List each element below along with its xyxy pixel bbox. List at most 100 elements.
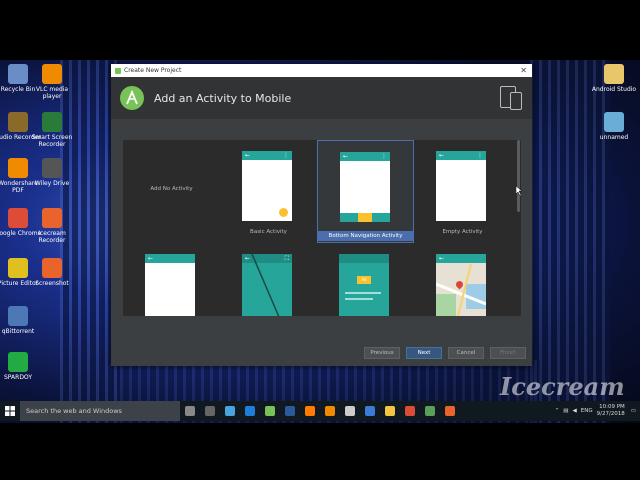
- picture-editor-icon: [8, 258, 28, 278]
- language-indicator[interactable]: ENG: [581, 408, 593, 414]
- tile-label: Basic Activity: [250, 229, 287, 235]
- tile-bottom-navigation-activity[interactable]: ← ⋮ Bottom Navigation Activity: [317, 140, 414, 243]
- template-thumbnail: Ad: [339, 254, 389, 316]
- search-placeholder: Search the web and Windows: [26, 407, 122, 415]
- cancel-button[interactable]: Cancel: [448, 347, 484, 359]
- clock-date: 9/27/2018: [596, 411, 625, 417]
- system-tray: ⌃ ▤ ◀ ENG 10:09 PM 9/27/2018 ▭: [555, 404, 640, 418]
- taskbar-pinned-apps: [180, 401, 460, 421]
- tile-label: Bottom Navigation Activity: [318, 231, 413, 241]
- start-button[interactable]: [0, 401, 20, 421]
- desktop-shortcut-label: Android Studio: [591, 86, 637, 93]
- recycle-bin-icon: [8, 64, 28, 84]
- desktop-shortcut[interactable]: Icecream Recorder: [28, 208, 76, 244]
- template-thumbnail: ←: [145, 254, 195, 316]
- chrome-icon: [8, 208, 28, 228]
- dialog-header: Add an Activity to Mobile: [111, 77, 532, 119]
- desktop-shortcut-label: Smart Screen Recorder: [31, 134, 73, 148]
- finish-button[interactable]: Finish: [490, 347, 526, 359]
- bottom-nav-bar: [340, 213, 390, 222]
- desktop-shortcut-label: VLC media player: [35, 86, 69, 100]
- drive-icon: [42, 158, 62, 178]
- spardoy-icon: [8, 352, 28, 372]
- store-icon[interactable]: [200, 401, 220, 421]
- link-icon[interactable]: [220, 401, 240, 421]
- desktop-shortcut[interactable]: unnamed: [590, 112, 638, 141]
- chrome-icon[interactable]: [400, 401, 420, 421]
- dialog-titlebar: Create New Project ✕: [111, 64, 532, 77]
- tile-admob-activity[interactable]: Ad: [317, 243, 414, 316]
- template-thumbnail: ←: [436, 254, 486, 316]
- tile-label: Empty Activity: [442, 229, 483, 235]
- desktop-shortcut-label: Screenshot: [35, 280, 69, 287]
- desktop-shortcut[interactable]: Smart Screen Recorder: [28, 112, 76, 148]
- settings-icon[interactable]: [360, 401, 380, 421]
- download-icon[interactable]: [340, 401, 360, 421]
- tile-label: Add No Activity: [150, 186, 193, 192]
- notifications-icon[interactable]: ▭: [631, 408, 636, 414]
- dialog-heading: Add an Activity to Mobile: [154, 91, 292, 105]
- desktop-shortcut-label: Wiley Drive: [34, 180, 70, 187]
- illustrator-icon[interactable]: [300, 401, 320, 421]
- ad-badge: Ad: [357, 276, 371, 284]
- template-thumbnail: ← ⋮: [340, 152, 390, 222]
- desktop-shortcut[interactable]: Screenshot: [28, 258, 76, 287]
- mobile-devices-icon: [500, 86, 522, 110]
- template-thumbnail: ← ⋮: [242, 151, 292, 221]
- desktop-shortcut-label: SPARDOY: [4, 374, 32, 381]
- taskbar-clock[interactable]: 10:09 PM 9/27/2018: [597, 404, 625, 418]
- desktop-shortcut[interactable]: Wiley Drive: [28, 158, 76, 187]
- template-thumbnail: ← ⋮: [436, 151, 486, 221]
- folder-icon: [604, 64, 624, 84]
- screen-recorder-icon: [42, 112, 62, 132]
- file-explorer-icon[interactable]: [380, 401, 400, 421]
- fab-icon: [279, 208, 288, 217]
- desktop-shortcut[interactable]: SPARDOY: [0, 352, 42, 381]
- windows-logo-icon: [5, 406, 15, 416]
- create-new-project-dialog: Create New Project ✕ Add an Activity to …: [111, 64, 532, 366]
- task-view-icon[interactable]: [180, 401, 200, 421]
- android-studio-logo-icon: [120, 86, 144, 110]
- taskbar-search-box[interactable]: Search the web and Windows: [20, 401, 180, 421]
- chevron-up-icon[interactable]: ⌃: [555, 408, 560, 414]
- desktop-shortcut-label: qBittorrent: [1, 328, 35, 335]
- pdf-icon: [8, 158, 28, 178]
- activity-gallery: Add No Activity ← ⋮ Basic Activity ← ⋮ Bot…: [123, 140, 521, 316]
- edge-icon[interactable]: [240, 401, 260, 421]
- vlc-icon: [42, 64, 62, 84]
- clock-time: 10:09 PM: [599, 404, 625, 410]
- close-icon[interactable]: ✕: [520, 66, 527, 75]
- qbittorrent-icon: [8, 306, 28, 326]
- windows-taskbar: Search the web and Windows ⌃ ▤ ◀ ENG 10:…: [0, 401, 640, 421]
- tile-maps-activity[interactable]: ←: [414, 243, 511, 316]
- icecream-watermark: Icecream: [500, 372, 625, 401]
- icecream-icon[interactable]: [440, 401, 460, 421]
- camera-icon[interactable]: [420, 401, 440, 421]
- vlc-icon[interactable]: [320, 401, 340, 421]
- tile-list-activity[interactable]: ←: [123, 243, 220, 316]
- template-thumbnail: ← ⛶: [242, 254, 292, 316]
- audio-recorder-icon: [8, 112, 28, 132]
- tile-add-no-activity[interactable]: Add No Activity: [123, 140, 220, 243]
- tile-basic-activity[interactable]: ← ⋮ Basic Activity: [220, 140, 317, 243]
- previous-button[interactable]: Previous: [364, 347, 400, 359]
- desktop-shortcut[interactable]: Android Studio: [590, 64, 638, 93]
- image-file-icon: [604, 112, 624, 132]
- next-button[interactable]: Next: [406, 347, 442, 359]
- android-studio-icon: [115, 67, 121, 74]
- tile-empty-activity[interactable]: ← ⋮ Empty Activity: [414, 140, 511, 243]
- desktop-shortcut-label: unnamed: [599, 134, 629, 141]
- desktop-shortcut-label: Icecream Recorder: [38, 230, 66, 244]
- photoshop-icon[interactable]: [280, 401, 300, 421]
- dialog-footer: Previous Next Cancel Finish: [111, 340, 532, 366]
- window-title: Create New Project: [124, 67, 182, 74]
- android-studio-icon[interactable]: [260, 401, 280, 421]
- mouse-cursor-icon: [516, 186, 523, 196]
- desktop-shortcut[interactable]: qBittorrent: [0, 306, 42, 335]
- desktop-shortcut[interactable]: VLC media player: [28, 64, 76, 100]
- screenshot-icon: [42, 258, 62, 278]
- volume-icon[interactable]: ◀: [573, 408, 577, 414]
- network-icon[interactable]: ▤: [563, 408, 568, 414]
- gallery-scrollbar[interactable]: [517, 140, 520, 212]
- tile-fullscreen-activity[interactable]: ← ⛶: [220, 243, 317, 316]
